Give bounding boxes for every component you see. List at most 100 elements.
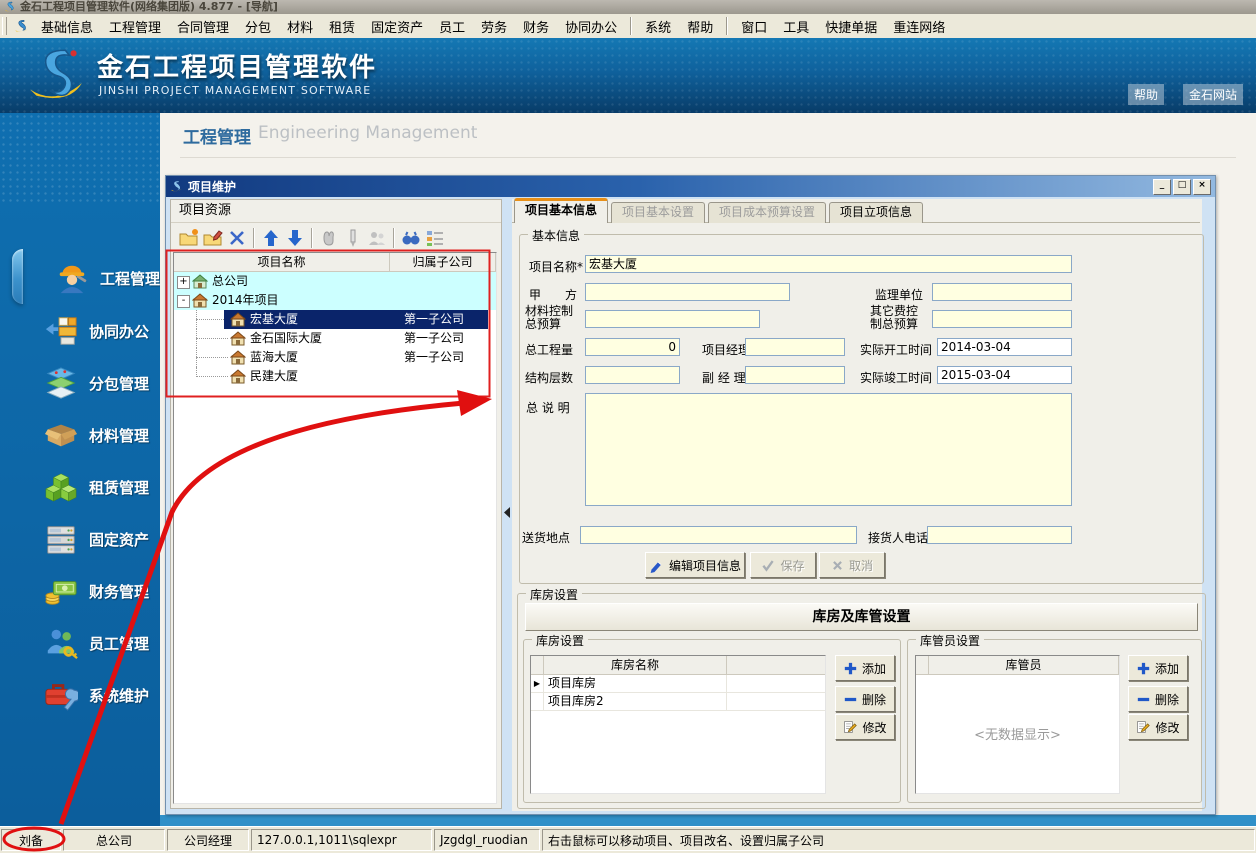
store-modify-button[interactable]: 修改	[835, 714, 895, 740]
save-button: 保存	[750, 552, 816, 578]
tree-node-label: 金石国际大厦	[250, 329, 322, 348]
delivery-field[interactable]	[580, 526, 857, 544]
menu-window[interactable]: 窗口	[733, 15, 775, 38]
store-name-column[interactable]: 库房名称	[544, 656, 727, 674]
keeper-modify-button[interactable]: 修改	[1128, 714, 1188, 740]
menu-labor[interactable]: 劳务	[473, 15, 515, 38]
edit-folder-icon[interactable]	[201, 226, 225, 250]
other-budget-field[interactable]	[932, 310, 1072, 328]
keeper-column[interactable]: 库管员	[929, 656, 1119, 674]
phone-field[interactable]	[927, 526, 1072, 544]
project-manager-field[interactable]	[745, 338, 845, 356]
menu-material[interactable]: 材料	[279, 15, 321, 38]
splitter-collapse-icon[interactable]	[504, 507, 511, 518]
store-row[interactable]: ▶ 项目库房	[531, 675, 825, 693]
edit-pencil-icon	[649, 558, 664, 573]
project-name-field[interactable]: 宏基大厦	[585, 255, 1072, 273]
menu-separator	[726, 17, 728, 35]
total-quantity-field[interactable]: 0	[585, 338, 680, 356]
sidebar-item-system[interactable]: 系统维护	[0, 669, 160, 721]
supervisor-field[interactable]	[932, 283, 1072, 301]
users-icon[interactable]	[365, 226, 389, 250]
minimize-button[interactable]: _	[1153, 179, 1171, 195]
menu-contract[interactable]: 合同管理	[169, 15, 237, 38]
menu-reconnect[interactable]: 重连网络	[885, 15, 953, 38]
keeper-delete-button[interactable]: 删除	[1128, 686, 1188, 712]
people-key-icon	[44, 626, 78, 660]
tree-row-minjian-tower[interactable]: 民建大厦	[174, 367, 496, 386]
party-a-field[interactable]	[585, 283, 790, 301]
tree-row-2014-projects[interactable]: - 2014年项目	[174, 291, 496, 310]
tree-row-lanhai-tower[interactable]: 蓝海大厦 第一子公司	[174, 348, 496, 367]
banner-help-link[interactable]: 帮助	[1128, 84, 1164, 105]
view-icon[interactable]	[423, 226, 447, 250]
menu-finance[interactable]: 财务	[515, 15, 557, 38]
tab-basic-settings: 项目基本设置	[611, 202, 705, 223]
tree-row-head-office[interactable]: + 总公司	[174, 272, 496, 291]
tree-column-subsidiary[interactable]: 归属子公司	[390, 253, 496, 271]
tree-header: 项目名称 归属子公司	[174, 253, 496, 272]
engineering-worker-icon	[55, 261, 89, 295]
maximize-button[interactable]: □	[1173, 179, 1191, 195]
sidebar-item-lease[interactable]: 租赁管理	[0, 461, 160, 513]
sidebar-item-engineering[interactable]: 工程管理	[0, 252, 160, 304]
menu-fixed-assets[interactable]: 固定资产	[363, 15, 431, 38]
collapse-icon[interactable]: -	[177, 295, 190, 308]
move-down-icon[interactable]	[283, 226, 307, 250]
pencil-icon[interactable]	[341, 226, 365, 250]
menu-engineering[interactable]: 工程管理	[101, 15, 169, 38]
menu-tools[interactable]: 工具	[775, 15, 817, 38]
sidebar-item-subcontract[interactable]: 分包管理	[0, 357, 160, 409]
tree-row-hongji-tower[interactable]: 宏基大厦 第一子公司	[174, 310, 496, 329]
tab-project-approval[interactable]: 项目立项信息	[829, 202, 923, 223]
description-label: 总 说 明	[526, 399, 570, 416]
sidebar-item-collaboration[interactable]: 协同办公	[0, 305, 160, 357]
sidebar-item-fixed-assets[interactable]: 固定资产	[0, 513, 160, 565]
menu-staff[interactable]: 员工	[431, 15, 473, 38]
menu-subcontract[interactable]: 分包	[237, 15, 279, 38]
sidebar-item-finance[interactable]: 财务管理	[0, 565, 160, 617]
start-date-field[interactable]: 2014-03-04	[937, 338, 1072, 356]
menu-collaboration[interactable]: 协同办公	[557, 15, 625, 38]
sidebar-item-label: 工程管理	[100, 268, 160, 289]
tree-column-project-name[interactable]: 项目名称	[174, 253, 390, 271]
sidebar-item-staff[interactable]: 员工管理	[0, 617, 160, 669]
end-date-field[interactable]: 2015-03-04	[937, 366, 1072, 384]
menu-system[interactable]: 系统	[637, 15, 679, 38]
floors-field[interactable]	[585, 366, 680, 384]
tree-line	[196, 338, 228, 339]
menu-lease[interactable]: 租赁	[321, 15, 363, 38]
button-label: 保存	[780, 557, 804, 574]
keeper-add-button[interactable]: 添加	[1128, 655, 1188, 681]
description-textarea[interactable]	[585, 393, 1072, 506]
move-up-icon[interactable]	[259, 226, 283, 250]
banner-website-link[interactable]: 金石网站	[1183, 84, 1243, 105]
x-icon	[831, 559, 844, 572]
brand-subtitle: JINSHI PROJECT MANAGEMENT SOFTWARE	[99, 84, 371, 97]
close-button[interactable]: ×	[1193, 179, 1211, 195]
store-add-button[interactable]: 添加	[835, 655, 895, 681]
menu-help[interactable]: 帮助	[679, 15, 721, 38]
store-row[interactable]: 项目库房2	[531, 693, 825, 711]
store-cell: 项目库房	[544, 675, 727, 692]
button-label: 修改	[862, 719, 886, 736]
store-delete-button[interactable]: 删除	[835, 686, 895, 712]
menu-quick-docs[interactable]: 快捷单据	[817, 15, 885, 38]
tree-row-jinshi-intl-tower[interactable]: 金石国际大厦 第一子公司	[174, 329, 496, 348]
new-folder-icon[interactable]	[177, 226, 201, 250]
material-budget-field[interactable]	[585, 310, 760, 328]
status-role: 公司经理	[167, 829, 249, 851]
edit-project-button[interactable]: 编辑项目信息	[645, 552, 745, 578]
menu-basic-info[interactable]: 基础信息	[33, 15, 101, 38]
deputy-manager-field[interactable]	[745, 366, 845, 384]
find-icon[interactable]	[399, 226, 423, 250]
delete-icon[interactable]	[225, 226, 249, 250]
sidebar-item-material[interactable]: 材料管理	[0, 409, 160, 461]
keeper-grid: 库管员 <无数据显示>	[915, 655, 1120, 794]
groupbox-title: 基本信息	[528, 227, 584, 244]
tab-basic-info[interactable]: 项目基本信息	[514, 198, 608, 223]
hand-icon[interactable]	[317, 226, 341, 250]
tree-line	[196, 357, 228, 358]
expand-icon[interactable]: +	[177, 276, 190, 289]
child-window-titlebar[interactable]: 项目维护 _ □ ×	[166, 176, 1215, 197]
